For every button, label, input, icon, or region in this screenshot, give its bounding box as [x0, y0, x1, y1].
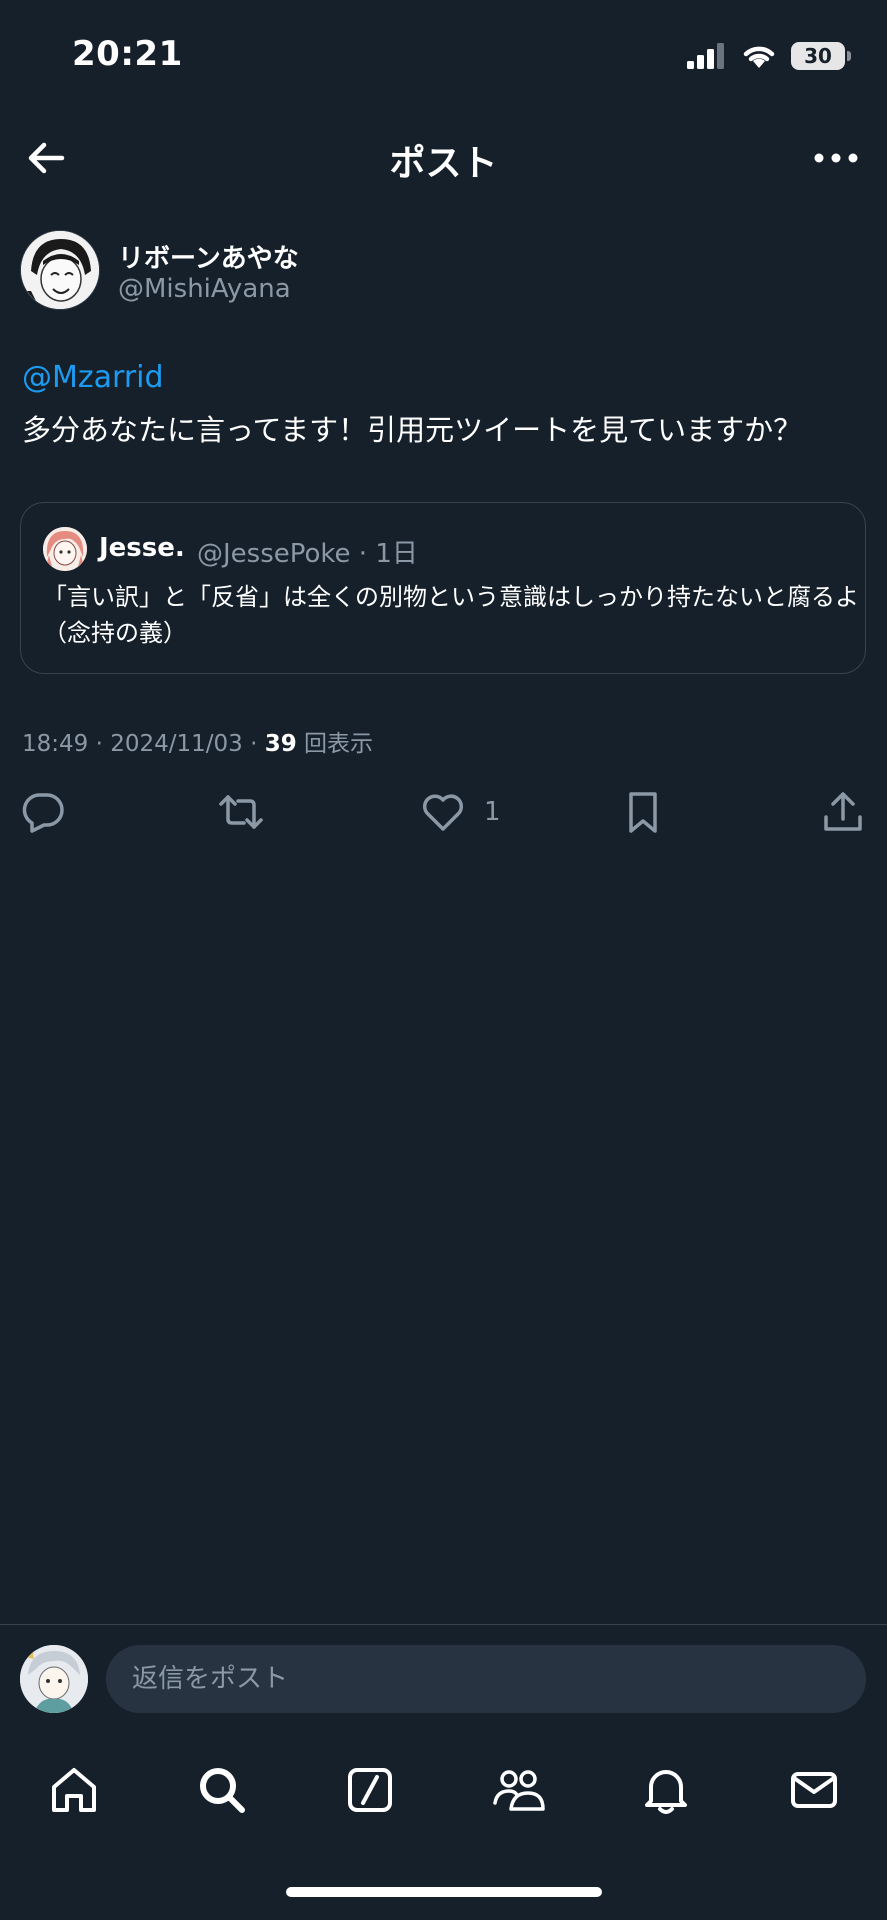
reply-bubble-icon — [22, 793, 64, 833]
quoted-author-meta: @JessePoke · 1日 — [197, 539, 418, 569]
share-button[interactable] — [820, 784, 866, 840]
author-name[interactable]: リボーンあやな — [118, 238, 299, 275]
author-handle[interactable]: @MishiAyana — [118, 274, 291, 304]
wifi-icon — [743, 46, 775, 68]
home-indicator[interactable] — [286, 1887, 602, 1897]
status-time: 20:21 — [72, 34, 183, 74]
mention-link[interactable]: @Mzarrid — [22, 360, 164, 395]
post-detail-screen: 20:21 30 ポスト リボーンあやな @MishiAyana @Mzarri… — [0, 0, 887, 1920]
quoted-post[interactable]: Jesse. @JessePoke · 1日 「言い訳」と「反省」は全くの別物と… — [20, 502, 866, 674]
quoted-author-name: Jesse. — [99, 533, 185, 563]
status-bar: 20:21 30 — [0, 0, 887, 110]
page-title: ポスト — [389, 143, 498, 184]
more-horizontal-icon — [814, 153, 858, 163]
bookmark-button[interactable] — [620, 784, 666, 840]
cellular-signal-icon — [687, 43, 724, 69]
author-avatar[interactable] — [20, 230, 100, 310]
like-button[interactable]: 1 — [420, 784, 501, 840]
reply-composer: 返信をポスト — [0, 1624, 887, 1728]
retweet-icon — [219, 795, 263, 829]
bottom-tab-bar — [0, 1740, 887, 1836]
tab-communities[interactable] — [488, 1760, 548, 1820]
view-count[interactable]: 39 — [265, 731, 297, 757]
tab-notifications[interactable] — [636, 1760, 696, 1820]
avatar-illustration — [43, 527, 87, 571]
quoted-post-text: 「言い訳」と「反省」は全くの別物という意識はしっかり持たないと腐るよ（念持の義） — [43, 583, 859, 647]
nav-header: ポスト — [0, 110, 887, 204]
current-user-avatar[interactable] — [20, 1645, 88, 1713]
quoted-author-avatar — [43, 527, 87, 571]
bookmark-icon — [629, 792, 657, 833]
like-count: 1 — [484, 797, 501, 827]
post-timestamp: 18:49 · 2024/11/03 · — [22, 731, 265, 757]
tab-home[interactable] — [44, 1760, 104, 1820]
reply-button[interactable] — [20, 784, 66, 840]
avatar-illustration — [20, 1645, 88, 1713]
grok-icon — [348, 1768, 392, 1812]
share-icon — [824, 792, 862, 831]
post-text: 多分あなたに言ってます！引用元ツイートを見ていますか？ — [22, 413, 803, 447]
messages-icon — [791, 1772, 837, 1808]
tab-search[interactable] — [192, 1760, 252, 1820]
tab-messages[interactable] — [784, 1760, 844, 1820]
home-icon — [52, 1768, 96, 1812]
view-count-label: 回表示 — [296, 731, 374, 757]
heart-icon — [422, 794, 464, 831]
notifications-icon — [645, 1770, 687, 1814]
more-options-button[interactable] — [811, 136, 861, 180]
search-icon — [200, 1768, 245, 1813]
post-meta: 18:49 · 2024/11/03 · 39 回表示 — [22, 724, 373, 758]
avatar-illustration — [21, 231, 99, 309]
reply-input[interactable]: 返信をポスト — [106, 1645, 866, 1713]
retweet-button[interactable] — [218, 784, 264, 840]
battery-indicator: 30 — [791, 42, 851, 70]
status-icons: 30 — [687, 40, 851, 72]
tab-grok[interactable] — [340, 1760, 400, 1820]
post-actions: 1 — [0, 784, 887, 840]
communities-icon — [493, 1770, 545, 1811]
post-author[interactable]: リボーンあやな @MishiAyana — [20, 228, 867, 312]
